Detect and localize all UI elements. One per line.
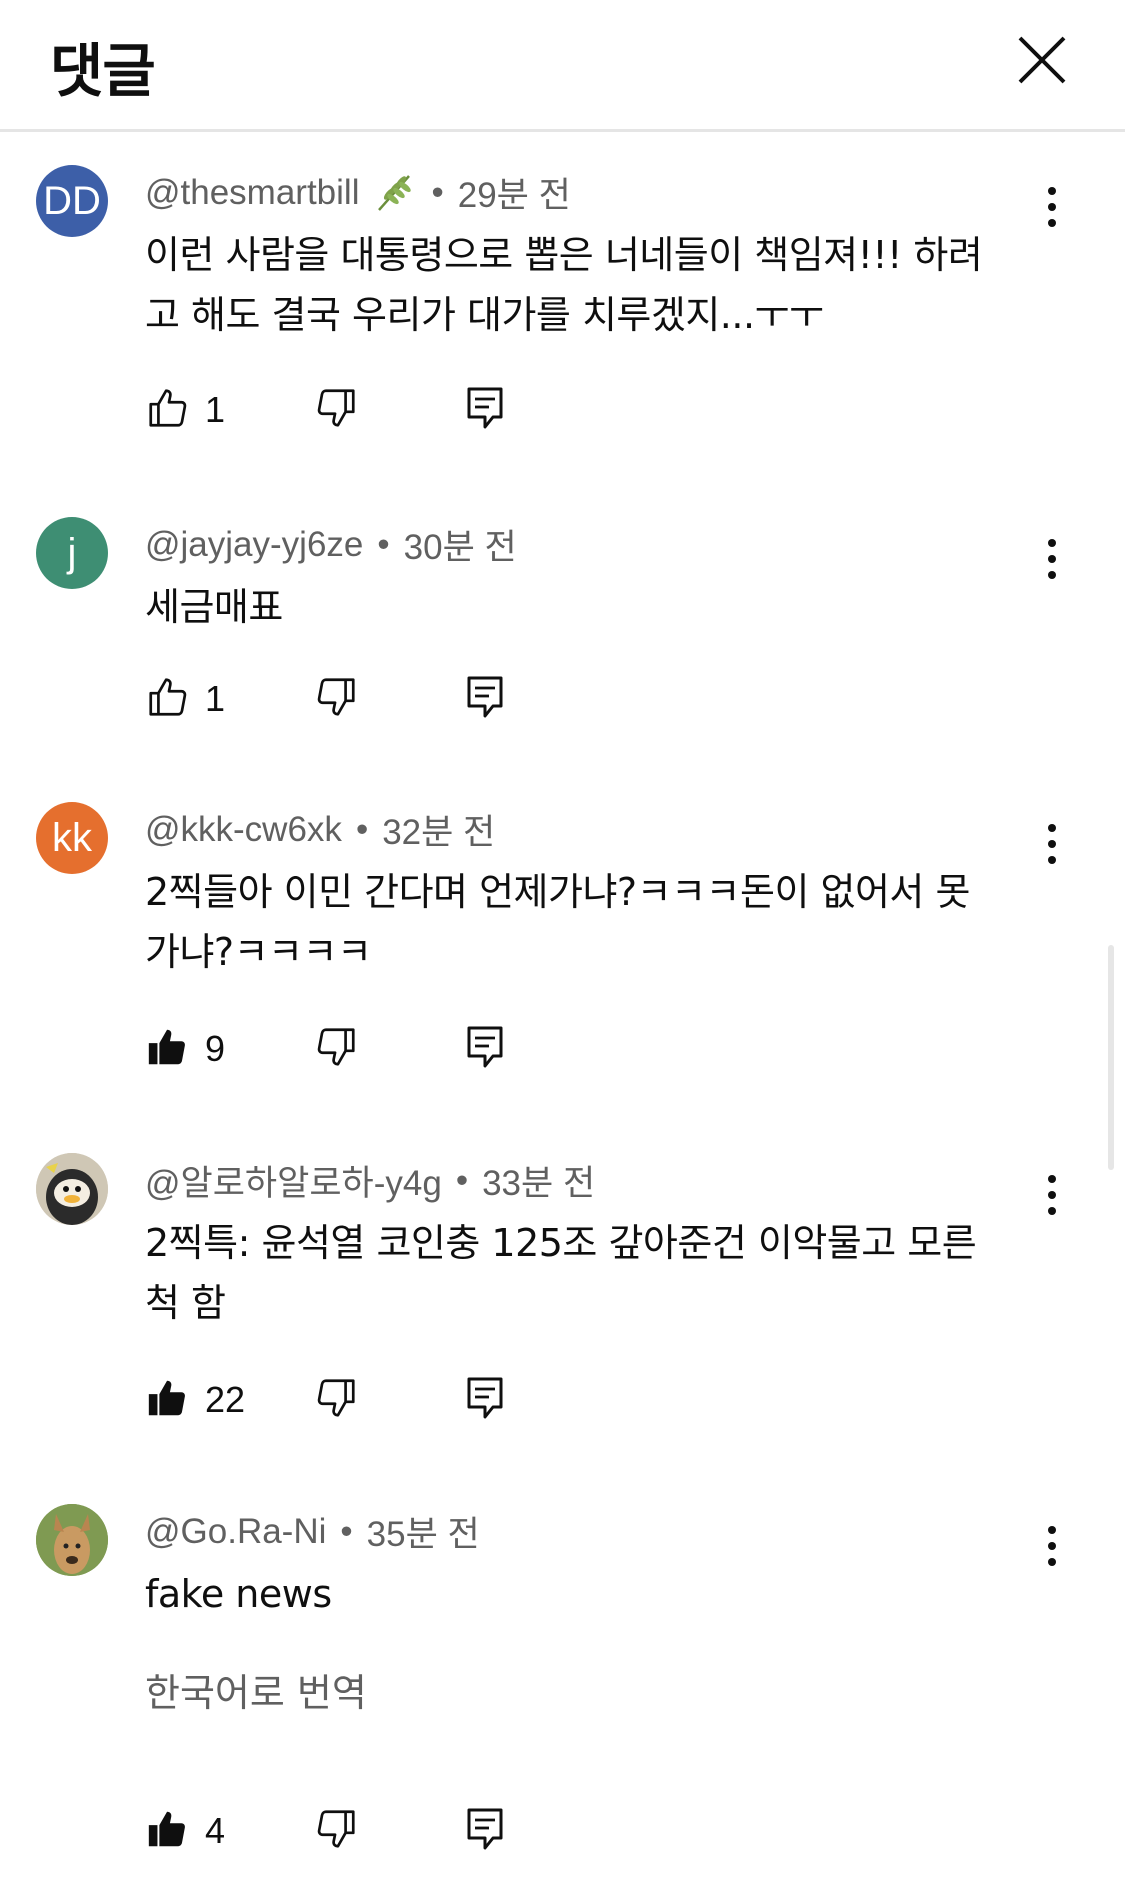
thumb-down-icon — [317, 1028, 355, 1066]
avatar[interactable]: DD — [36, 165, 108, 237]
like-button[interactable] — [145, 1024, 191, 1070]
comment-actions: 4 — [145, 1806, 545, 1866]
more-button[interactable] — [1040, 535, 1064, 583]
avatar[interactable]: j — [36, 517, 108, 589]
like-button[interactable] — [145, 674, 191, 720]
comment-actions: 1 — [145, 674, 545, 734]
more-button[interactable] — [1040, 183, 1064, 231]
meta-separator: • — [355, 809, 369, 849]
comment-meta: @thesmartbill • 29분 전 — [145, 167, 571, 218]
comment-meta: @kkk-cw6xk • 32분 전 — [145, 804, 495, 855]
comment-text-line: 이런 사람을 대통령으로 뽑은 너네들이 책임져!!! 하려 — [145, 233, 983, 277]
like-count: 9 — [205, 1028, 226, 1069]
comment-author[interactable]: @jayjay-yj6ze — [145, 525, 363, 565]
thumb-down-icon — [317, 389, 355, 427]
like-button[interactable] — [145, 1806, 191, 1852]
close-icon — [1018, 36, 1066, 84]
reply-icon — [467, 1377, 503, 1419]
comment-text-line: 고 해도 결국 우리가 대가를 치루겠지...ㅜㅜ — [145, 293, 824, 337]
like-button[interactable] — [145, 385, 191, 431]
like-count: 4 — [205, 1810, 226, 1851]
comment-text-line: fake news — [145, 1572, 332, 1616]
comment-text-line: 척 함 — [145, 1281, 226, 1325]
thumb-down-icon — [317, 1379, 355, 1417]
avatar[interactable]: kk — [36, 802, 108, 874]
comment-actions: 9 — [145, 1024, 545, 1084]
avatar[interactable] — [36, 1153, 108, 1225]
comment-author[interactable]: @Go.Ra-Ni — [145, 1512, 326, 1552]
thumb-up-icon — [148, 1811, 185, 1847]
comment-actions: 22 — [145, 1375, 545, 1435]
comment-meta: @알로하알로하-y4g • 33분 전 — [145, 1155, 595, 1206]
comment-author[interactable]: @kkk-cw6xk — [145, 810, 342, 850]
avatar-image — [36, 1504, 108, 1576]
comment-text-line: 2찍들아 이민 간다며 언제가냐?ㅋㅋㅋ돈이 없어서 못 — [145, 870, 970, 914]
thumb-up-icon — [148, 1029, 185, 1065]
reply-button[interactable] — [465, 1024, 505, 1070]
thumb-up-icon — [149, 678, 187, 716]
comment-text: 세금매표 — [145, 577, 1045, 637]
dislike-button[interactable] — [313, 1024, 359, 1070]
panel-title: 댓글 — [50, 37, 156, 105]
wheat-leaf-icon — [371, 170, 417, 216]
panel-header: 댓글 — [0, 0, 1125, 132]
meta-separator: • — [455, 1160, 469, 1200]
comment-time: 32분 전 — [382, 813, 496, 852]
comment-time: 29분 전 — [457, 176, 571, 215]
translate-link[interactable]: 한국어로 번역 — [145, 1662, 367, 1717]
like-count: 22 — [205, 1379, 246, 1420]
more-button[interactable] — [1040, 1522, 1064, 1570]
scrollbar[interactable] — [1108, 945, 1114, 1170]
comment-actions: 1 — [145, 385, 545, 445]
comment-author[interactable]: @thesmartbill — [145, 173, 359, 213]
comment-text: 2찍들아 이민 간다며 언제가냐?ㅋㅋㅋ돈이 없어서 못 가냐?ㅋㅋㅋㅋ — [145, 862, 1045, 982]
like-count: 1 — [205, 389, 226, 430]
thumb-down-icon — [317, 678, 355, 716]
more-vert-icon — [1048, 187, 1056, 227]
reply-button[interactable] — [465, 1806, 505, 1852]
comment-text-line: 세금매표 — [145, 585, 283, 629]
comment-text: 이런 사람을 대통령으로 뽑은 너네들이 책임져!!! 하려 고 해도 결국 우… — [145, 225, 1045, 345]
comment-meta: @Go.Ra-Ni • 35분 전 — [145, 1506, 480, 1557]
comment-time: 35분 전 — [366, 1515, 480, 1554]
comment-time: 30분 전 — [403, 528, 517, 567]
reply-button[interactable] — [465, 385, 505, 431]
more-button[interactable] — [1040, 1171, 1064, 1219]
thumb-down-icon — [317, 1810, 355, 1848]
like-count: 1 — [205, 678, 226, 719]
comments-panel: 댓글 DD @thesmartbill • 29분 전 이런 사람을 대통령으로… — [0, 0, 1125, 1898]
avatar-image — [36, 1153, 108, 1225]
reply-button[interactable] — [465, 1375, 505, 1421]
dislike-button[interactable] — [313, 1806, 359, 1852]
comment-text-line: 2찍특: 윤석열 코인충 125조 갚아준건 이악물고 모른 — [145, 1221, 977, 1265]
comment-text: fake news — [145, 1564, 1045, 1624]
thumb-up-icon — [148, 1380, 185, 1416]
reply-button[interactable] — [465, 674, 505, 720]
close-button[interactable] — [1012, 30, 1072, 90]
meta-separator: • — [377, 524, 390, 564]
comment-time: 33분 전 — [482, 1164, 596, 1203]
meta-separator: • — [431, 172, 444, 212]
comment-text-line: 가냐?ㅋㅋㅋㅋ — [145, 930, 372, 974]
like-button[interactable] — [145, 1375, 191, 1421]
comment-author[interactable]: @알로하알로하-y4g — [145, 1155, 442, 1206]
avatar[interactable] — [36, 1504, 108, 1576]
reply-icon — [467, 1026, 503, 1068]
comment-meta: @jayjay-yj6ze • 30분 전 — [145, 519, 517, 570]
more-vert-icon — [1048, 824, 1056, 864]
comment-text: 2찍특: 윤석열 코인충 125조 갚아준건 이악물고 모른 척 함 — [145, 1213, 1045, 1333]
more-vert-icon — [1048, 1526, 1056, 1566]
more-vert-icon — [1048, 539, 1056, 579]
more-vert-icon — [1048, 1175, 1056, 1215]
meta-separator: • — [340, 1511, 353, 1551]
thumb-up-icon — [149, 389, 187, 427]
dislike-button[interactable] — [313, 674, 359, 720]
reply-icon — [467, 676, 503, 718]
more-button[interactable] — [1040, 820, 1064, 868]
dislike-button[interactable] — [313, 1375, 359, 1421]
reply-icon — [467, 1808, 503, 1850]
reply-icon — [467, 387, 503, 429]
dislike-button[interactable] — [313, 385, 359, 431]
